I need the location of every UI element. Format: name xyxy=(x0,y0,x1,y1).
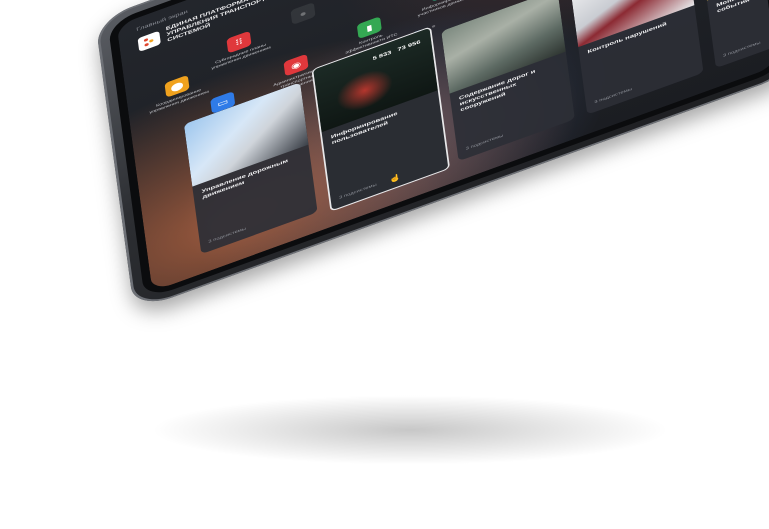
pager-dot[interactable] xyxy=(431,24,436,28)
subsystem-card-count: 3 подсистемы xyxy=(722,40,761,58)
camera-image xyxy=(569,0,695,48)
location-pin-icon: ● xyxy=(290,2,316,25)
app-tile-label: Информирование участников движения xyxy=(417,0,473,18)
subsystem-card[interactable]: Мониторинг первичных событий 3 подсистемы xyxy=(698,0,769,69)
device-scene: Главный экран ЕДИНАЯ ПЛАТФОРМА УПРАВЛЕНИ… xyxy=(0,0,769,529)
subsystem-card[interactable]: Содержание дорог и искусственных сооруже… xyxy=(441,0,575,162)
app-tile[interactable]: ⠿ Cубгородные планы управления движением xyxy=(206,23,273,71)
subsystem-card[interactable]: Контроль нарушений 3 подсистемы xyxy=(569,0,704,115)
app-tile[interactable]: ● xyxy=(335,0,400,6)
tablet-screen: Главный экран ЕДИНАЯ ПЛАТФОРМА УПРАВЛЕНИ… xyxy=(116,0,769,292)
subsystem-card-title: Мониторинг первичных событий xyxy=(716,0,769,14)
subsystem-card-count: 3 подсистемы xyxy=(338,182,377,200)
pointer-cursor-icon: ☝ xyxy=(388,172,402,185)
tablet-frame: Главный экран ЕДИНАЯ ПЛАТФОРМА УПРАВЛЕНИ… xyxy=(95,0,769,312)
dashboard-stat: 5 833 xyxy=(372,49,392,62)
subsystem-card[interactable]: 5 833 73 956 Информирование пользователей 3… xyxy=(311,26,451,212)
brand-logo-icon xyxy=(137,30,161,52)
app-tile[interactable]: ● xyxy=(271,0,336,35)
app-tile-label xyxy=(337,0,400,6)
subsystem-card-count: 3 подсистемы xyxy=(465,133,504,151)
app-tile[interactable]: ⠿Информирование участников движения xyxy=(410,0,477,20)
dashboard-stat: 73 956 xyxy=(397,38,421,53)
subsystem-card-count: 3 подсистемы xyxy=(208,226,247,244)
subsystem-card-count: 3 подсистемы xyxy=(594,87,633,105)
